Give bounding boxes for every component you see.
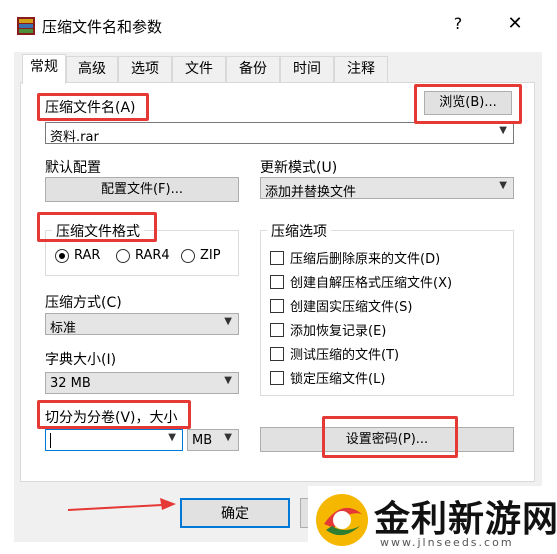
method-value: 标准 bbox=[50, 321, 77, 336]
watermark-logo bbox=[316, 494, 368, 546]
tab-advanced[interactable]: 高级 bbox=[66, 56, 118, 82]
option-create-sfx[interactable]: 创建自解压格式压缩文件(X) bbox=[270, 272, 452, 291]
tab-backup[interactable]: 备份 bbox=[226, 56, 280, 82]
window-title: 压缩文件名和参数 bbox=[42, 18, 163, 36]
option-lock-archive[interactable]: 锁定压缩文件(L) bbox=[270, 368, 385, 387]
profile-button[interactable]: 配置文件(F)... bbox=[45, 177, 239, 202]
tab-files[interactable]: 文件 bbox=[172, 56, 226, 82]
format-radio-zip[interactable]: ZIP bbox=[181, 248, 221, 263]
option-test-files-label: 测试压缩的文件(T) bbox=[290, 348, 400, 363]
option-lock-archive-label: 锁定压缩文件(L) bbox=[290, 372, 386, 387]
format-zip-label: ZIP bbox=[200, 248, 221, 263]
format-rar-label: RAR bbox=[74, 248, 101, 263]
split-unit-value: MB bbox=[192, 433, 213, 448]
browse-button[interactable]: 浏览(B)... bbox=[424, 91, 512, 115]
archive-format-caption: 压缩文件格式 bbox=[52, 221, 144, 241]
profile-label: 默认配置 bbox=[45, 160, 101, 176]
chevron-down-icon[interactable]: ▼ bbox=[499, 125, 507, 136]
ok-button-label: 确定 bbox=[221, 506, 249, 522]
chevron-down-icon: ▼ bbox=[224, 316, 232, 327]
archive-options-caption: 压缩选项 bbox=[267, 221, 331, 241]
dialog-window: 压缩文件名和参数 ? ✕ 常规 高级 选项 文件 备份 时间 注释 压缩文件名(… bbox=[0, 0, 557, 554]
watermark-url: www.jlnseeds.com bbox=[380, 536, 514, 549]
format-rar4-label: RAR4 bbox=[135, 248, 170, 263]
option-solid-archive-label: 创建固实压缩文件(S) bbox=[290, 300, 413, 315]
update-mode-label: 更新模式(U) bbox=[260, 160, 338, 176]
help-button[interactable]: ? bbox=[446, 12, 470, 36]
option-delete-after[interactable]: 压缩后删除原来的文件(D) bbox=[270, 248, 440, 267]
update-mode-value: 添加并替换文件 bbox=[265, 185, 357, 200]
option-delete-after-label: 压缩后删除原来的文件(D) bbox=[290, 252, 441, 267]
text-caret bbox=[50, 433, 51, 448]
browse-button-label: 浏览(B)... bbox=[439, 95, 497, 110]
split-size-combo[interactable]: ▼ bbox=[45, 429, 183, 451]
set-password-label: 设置密码(P)... bbox=[345, 432, 429, 447]
winrar-app-icon bbox=[17, 17, 35, 35]
tab-comment[interactable]: 注释 bbox=[334, 56, 388, 82]
chevron-down-icon: ▼ bbox=[224, 432, 232, 443]
chevron-down-icon: ▼ bbox=[224, 375, 232, 386]
option-recovery-record-label: 添加恢复记录(E) bbox=[290, 324, 387, 339]
split-unit-select[interactable]: MB ▼ bbox=[187, 429, 239, 451]
dictionary-value: 32 MB bbox=[50, 376, 91, 391]
checkbox-icon bbox=[270, 370, 284, 385]
tab-general[interactable]: 常规 bbox=[22, 54, 66, 84]
archive-name-label: 压缩文件名(A) bbox=[45, 100, 136, 116]
profile-button-label: 配置文件(F)... bbox=[100, 182, 184, 197]
set-password-button[interactable]: 设置密码(P)... bbox=[260, 427, 514, 452]
archive-name-combo[interactable]: 资料.rar ▼ bbox=[45, 122, 514, 145]
radio-icon bbox=[181, 248, 195, 263]
option-test-files[interactable]: 测试压缩的文件(T) bbox=[270, 344, 399, 363]
watermark-brand: 金利新游网 bbox=[374, 498, 557, 540]
radio-icon bbox=[116, 248, 130, 263]
dictionary-select[interactable]: 32 MB ▼ bbox=[45, 372, 239, 394]
checkbox-icon bbox=[270, 298, 284, 313]
checkbox-icon bbox=[270, 322, 284, 337]
checkbox-icon bbox=[270, 250, 284, 265]
update-mode-select[interactable]: 添加并替换文件 ▼ bbox=[260, 177, 514, 200]
chevron-down-icon[interactable]: ▼ bbox=[168, 432, 176, 443]
format-radio-rar4[interactable]: RAR4 bbox=[116, 248, 170, 263]
archive-name-value: 资料.rar bbox=[50, 130, 99, 145]
title-bar: 压缩文件名和参数 ? ✕ bbox=[0, 0, 557, 42]
method-label: 压缩方式(C) bbox=[45, 295, 122, 311]
split-label: 切分为分卷(V)，大小 bbox=[45, 410, 178, 426]
radio-selected-icon bbox=[55, 248, 69, 263]
method-select[interactable]: 标准 ▼ bbox=[45, 313, 239, 336]
chevron-down-icon: ▼ bbox=[499, 180, 507, 191]
checkbox-icon bbox=[270, 346, 284, 361]
option-create-sfx-label: 创建自解压格式压缩文件(X) bbox=[290, 276, 453, 291]
option-recovery-record[interactable]: 添加恢复记录(E) bbox=[270, 320, 386, 339]
tab-options[interactable]: 选项 bbox=[118, 56, 172, 82]
tab-time[interactable]: 时间 bbox=[280, 56, 334, 82]
dictionary-label: 字典大小(I) bbox=[45, 352, 117, 368]
close-button[interactable]: ✕ bbox=[503, 12, 527, 36]
ok-button[interactable]: 确定 bbox=[180, 498, 290, 528]
format-radio-rar[interactable]: RAR bbox=[55, 248, 100, 263]
option-solid-archive[interactable]: 创建固实压缩文件(S) bbox=[270, 296, 412, 315]
checkbox-icon bbox=[270, 274, 284, 289]
arrow-icon bbox=[67, 498, 176, 511]
